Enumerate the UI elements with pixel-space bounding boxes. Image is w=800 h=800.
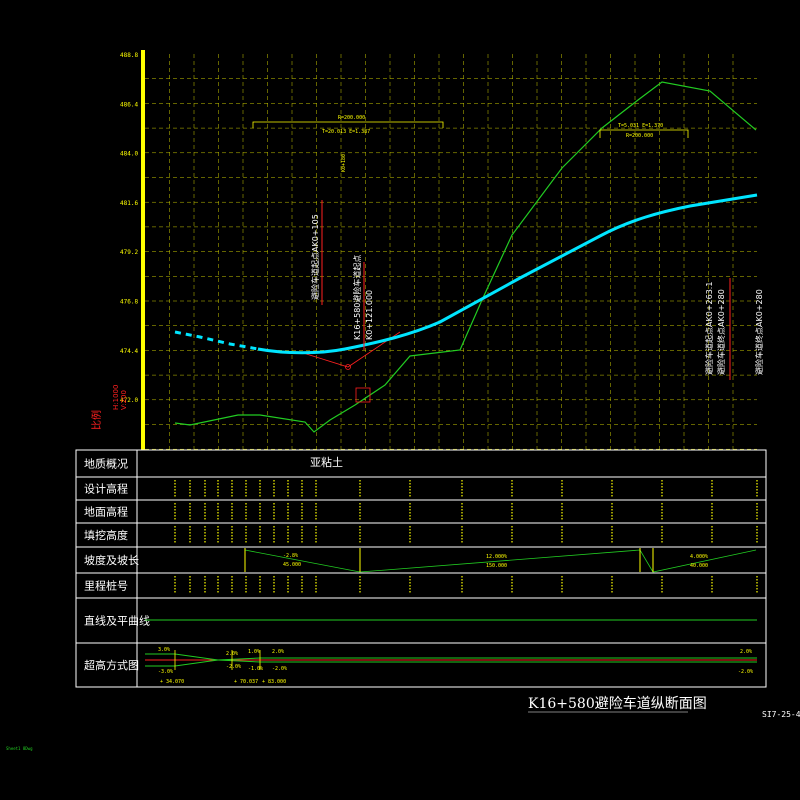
svg-text:K0+180: K0+180 bbox=[341, 154, 347, 172]
design-profile-line bbox=[257, 193, 758, 355]
svg-text:150.000: 150.000 bbox=[486, 563, 507, 569]
svg-text:12.000%: 12.000% bbox=[486, 554, 507, 560]
elevation-tick-label: 479.2 bbox=[120, 249, 138, 256]
table-row-label-alignment: 直线及平曲线 bbox=[84, 614, 150, 628]
table-row-label-geology: 地质概况 bbox=[84, 458, 128, 471]
svg-text:2.0%: 2.0% bbox=[272, 649, 284, 655]
svg-text:+ 83.000: + 83.000 bbox=[262, 679, 286, 685]
drawing-title: K16+580避险车道纵断面图 bbox=[528, 695, 707, 712]
svg-text:避险车道起点AK0+263.1: 避险车道起点AK0+263.1 bbox=[704, 282, 714, 375]
sheet-number: SI7-25-4 bbox=[762, 710, 800, 719]
svg-text:45.000: 45.000 bbox=[283, 562, 301, 568]
svg-text:40.000: 40.000 bbox=[690, 563, 708, 569]
svg-text:-2.0%: -2.0% bbox=[738, 669, 753, 675]
svg-text:V:200: V:200 bbox=[120, 390, 128, 410]
superelevation-diagram: 3.0% -3.0% 2.0% 1.0% 2.0% -2.0% -1.0% -2… bbox=[145, 647, 757, 685]
grade-row: -2.8% 45.000 12.000% 150.000 4.000% 40.0… bbox=[244, 548, 757, 573]
vertical-annotation-left: 避险车道起点AK0+105 bbox=[310, 200, 323, 305]
svg-text:2.0%: 2.0% bbox=[740, 649, 752, 655]
scale-label: 比例 H:1000 V:200 bbox=[90, 385, 128, 430]
elevation-tick-label: 474.4 bbox=[120, 348, 138, 355]
svg-text:-2.0%: -2.0% bbox=[226, 664, 241, 670]
elevation-tick-label: 488.8 bbox=[120, 52, 138, 59]
table-row-label-station: 里程桩号 bbox=[84, 579, 128, 593]
svg-text:-3.0%: -3.0% bbox=[158, 669, 173, 675]
svg-text:1.0%: 1.0% bbox=[248, 649, 260, 655]
design-profile-dashed bbox=[174, 330, 259, 351]
svg-text:2.0%: 2.0% bbox=[226, 651, 238, 657]
svg-text:3.0%: 3.0% bbox=[158, 647, 170, 653]
svg-text:H:1000: H:1000 bbox=[112, 385, 120, 410]
table-row-label-ground: 地面高程 bbox=[84, 505, 128, 519]
profile-drawing: 488.8486.4484.0481.6479.2476.8474.4472.0… bbox=[6, 50, 800, 751]
corner-note: Sheet1 8Dwg bbox=[6, 746, 33, 751]
svg-text:T=20.013 E=1.387: T=20.013 E=1.387 bbox=[322, 129, 370, 135]
svg-text:+ 70.037: + 70.037 bbox=[234, 679, 258, 685]
svg-text:比例: 比例 bbox=[90, 410, 103, 430]
elevation-axis bbox=[141, 50, 145, 450]
svg-text:R=200.000: R=200.000 bbox=[626, 133, 653, 139]
elevation-ticks: 488.8486.4484.0481.6479.2476.8474.4472.0 bbox=[120, 52, 138, 404]
curve-annotation-2: T=5.031 E=1.370 R=200.000 bbox=[599, 123, 689, 139]
geology-value: 亚粘土 bbox=[310, 455, 343, 469]
ground-profile-line bbox=[174, 81, 757, 433]
vertical-annotation-mid: K16+580避险车道起点 K0+121.000 bbox=[352, 255, 374, 350]
vertical-annotation-right: 避险车道起点AK0+263.1 避险车道终点AK0+280 避险车道终点AK0+… bbox=[704, 278, 764, 380]
elevation-tick-label: 486.4 bbox=[120, 101, 138, 108]
svg-text:-1.0%: -1.0% bbox=[248, 666, 263, 672]
elevation-tick-label: 484.0 bbox=[120, 151, 138, 158]
svg-text:K0+121.000: K0+121.000 bbox=[365, 290, 374, 340]
table-row-label-design: 设计高程 bbox=[84, 482, 128, 496]
table-row-label-grade: 坡度及坡长 bbox=[84, 553, 139, 567]
curve-annotation-1: R=200.000 T=20.013 E=1.387 K0+180 bbox=[252, 115, 444, 172]
svg-text:+ 34.070: + 34.070 bbox=[160, 679, 184, 685]
svg-text:4.000%: 4.000% bbox=[690, 554, 708, 560]
svg-text:避险车道终点AK0+280: 避险车道终点AK0+280 bbox=[716, 289, 726, 375]
svg-text:-2.0%: -2.0% bbox=[272, 666, 287, 672]
svg-text:R=200.000: R=200.000 bbox=[338, 115, 365, 121]
table-row-label-superelev: 超高方式图 bbox=[84, 658, 139, 672]
svg-text:K16+580避险车道起点: K16+580避险车道起点 bbox=[352, 255, 362, 340]
svg-text:避险车道起点AK0+105: 避险车道起点AK0+105 bbox=[310, 214, 320, 300]
table-row-label-cutfill: 填挖高度 bbox=[84, 528, 128, 542]
profile-table: 地质概况设计高程地面高程填挖高度坡度及坡长里程桩号直线及平曲线超高方式图 bbox=[75, 449, 767, 688]
elevation-tick-label: 481.6 bbox=[120, 200, 138, 207]
svg-text:-2.8%: -2.8% bbox=[283, 553, 298, 559]
svg-text:T=5.031 E=1.370: T=5.031 E=1.370 bbox=[618, 123, 663, 129]
elevation-tick-label: 476.8 bbox=[120, 299, 138, 306]
svg-text:避险车道终点AK0+280: 避险车道终点AK0+280 bbox=[754, 289, 764, 375]
grid bbox=[145, 54, 757, 450]
